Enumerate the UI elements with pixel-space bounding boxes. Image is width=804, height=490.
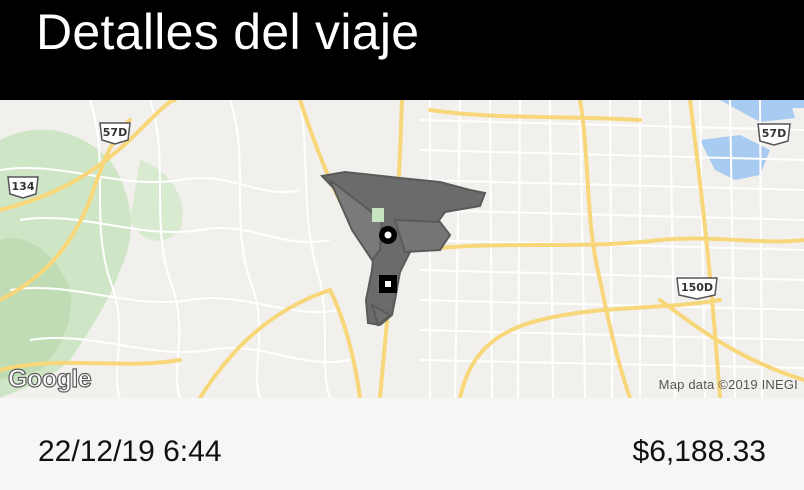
map-attribution: Map data ©2019 INEGI [658,377,798,392]
trip-fare: $6,188.33 [632,435,766,468]
shield-150d: 150D [676,277,718,300]
water-area [765,100,804,108]
park-area [372,208,384,222]
svg-text:134: 134 [12,180,35,193]
trip-datetime: 22/12/19 6:44 [38,435,222,468]
page-title: Detalles del viaje [36,4,420,60]
svg-text:57D: 57D [762,127,786,140]
pickup-circle-icon [379,226,397,244]
map-canvas: 57D 134 57D 150D [0,100,804,398]
trip-map[interactable]: 57D 134 57D 150D Google Map data ©2019 I… [0,100,804,398]
svg-text:57D: 57D [103,126,127,139]
trip-summary: 22/12/19 6:44 $6,188.33 [0,398,804,490]
shield-57d-left: 57D [99,122,131,145]
header-bar: Detalles del viaje [0,0,804,100]
shield-134: 134 [7,176,39,199]
dropoff-square-icon [379,275,397,293]
svg-text:150D: 150D [681,281,713,294]
google-logo: Google [7,364,92,393]
shield-57d-right: 57D [757,123,791,146]
